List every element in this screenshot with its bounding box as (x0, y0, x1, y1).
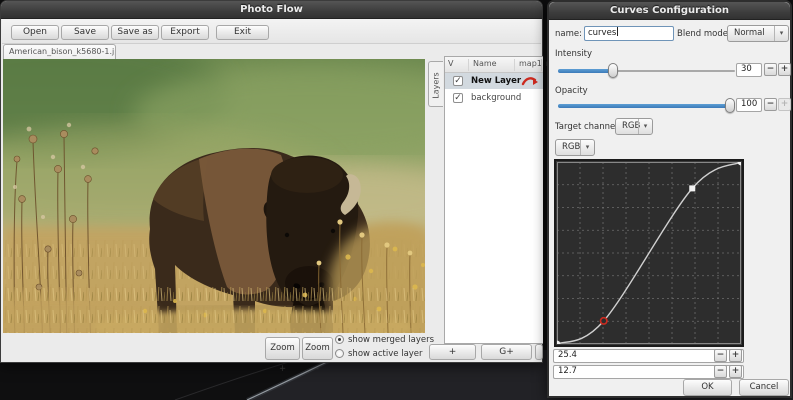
dialog-titlebar[interactable]: Curves Configuration (549, 2, 790, 20)
photo-flow-window: Photo Flow Open Save Save as Export Exit… (0, 0, 554, 374)
zoom-out-button[interactable]: Zoom - (302, 337, 333, 374)
image-canvas[interactable] (0, 32, 493, 350)
name-input[interactable]: curves (584, 26, 674, 41)
channel-selector-value: RGB (562, 142, 581, 152)
export-button[interactable]: Export (161, 25, 209, 40)
layers-side-tab[interactable]: Layers (428, 61, 443, 107)
blend-mode-select[interactable]: Normal ▾ (727, 25, 789, 42)
save-as-button[interactable]: Save as (111, 25, 159, 40)
col-name: Name (468, 59, 497, 71)
add-layer-button[interactable]: + (429, 344, 476, 360)
radio-show-active[interactable] (335, 349, 344, 358)
opacity-value-field[interactable]: 100 (736, 98, 762, 112)
exit-button[interactable]: Exit (216, 25, 269, 40)
point-y-minus-button[interactable]: − (714, 365, 727, 378)
point-x-plus-button[interactable]: + (729, 349, 742, 362)
radio-active-label: show active layer (348, 349, 423, 359)
opacity-slider[interactable] (558, 98, 735, 113)
intensity-value-field[interactable]: 30 (736, 63, 762, 77)
main-toolbar: Open Save Save as Export Exit (2, 19, 541, 44)
col-map1: map1 (514, 59, 542, 71)
dialog-title: Curves Configuration (609, 5, 730, 16)
add-group-button[interactable]: G+ (481, 344, 532, 360)
curve-editor[interactable] (554, 159, 744, 347)
radio-merged-label: show merged layers (348, 335, 435, 345)
document-tab[interactable]: American_bison_k5680-1.jpg (3, 44, 116, 59)
opacity-label: Opacity (555, 86, 588, 96)
target-channel-label: Target channel: (555, 122, 621, 132)
point-x-minus-button[interactable]: − (714, 349, 727, 362)
slider-handle[interactable] (725, 98, 735, 113)
col-visible: V (448, 59, 454, 68)
red-curve-icon (521, 77, 538, 86)
slider-handle[interactable] (608, 63, 619, 78)
channel-selector[interactable]: RGB ▾ (555, 139, 595, 156)
save-button[interactable]: Save (61, 25, 109, 40)
curve-plot[interactable] (557, 162, 741, 344)
intensity-slider[interactable] (558, 63, 735, 78)
opacity-minus-button[interactable]: − (764, 98, 777, 111)
bison-photo (0, 32, 493, 350)
layers-panel: V Name map1 m ✓ New Layer ✓ background (444, 56, 554, 344)
curves-dialog: Curves Configuration name: curves Blend … (547, 0, 792, 398)
point-y-plus-button[interactable]: + (729, 365, 742, 378)
slider-fill (558, 69, 612, 73)
main-window-title: Photo Flow (240, 4, 303, 15)
intensity-label: Intensity (555, 49, 592, 59)
blend-mode-label: Blend mode: (677, 29, 731, 39)
layers-tab-label: Layers (431, 72, 441, 99)
panel-button-partial[interactable] (535, 344, 543, 360)
radio-show-merged[interactable] (335, 335, 344, 344)
chevron-down-icon: ▾ (774, 26, 788, 41)
open-button[interactable]: Open (11, 25, 59, 40)
cancel-button[interactable]: Cancel (739, 379, 789, 396)
blend-mode-value: Normal (734, 28, 765, 38)
chevron-down-icon: ▾ (638, 119, 652, 134)
intensity-plus-button[interactable]: + (778, 63, 791, 76)
name-input-value: curves (588, 28, 617, 38)
layer-row-background[interactable]: ✓ background (445, 90, 543, 106)
chevron-down-icon: ▾ (580, 140, 594, 155)
layer-row-new-layer[interactable]: ✓ New Layer (445, 73, 543, 89)
desktop: Photo Flow Open Save Save as Export Exit… (0, 0, 793, 400)
target-channel-select[interactable]: RGB ▾ (615, 118, 653, 135)
layer-visible-checkbox[interactable]: ✓ (453, 93, 463, 103)
zoom-in-button[interactable]: Zoom + (265, 337, 300, 374)
layers-header: V Name map1 m (445, 57, 554, 73)
layer-name: background (471, 93, 522, 103)
slider-fill (558, 104, 735, 108)
text-caret (617, 27, 619, 36)
layer-name: New Layer (471, 76, 522, 86)
ok-button[interactable]: OK (683, 379, 732, 396)
opacity-plus-button[interactable]: + (778, 98, 791, 111)
intensity-minus-button[interactable]: − (764, 63, 777, 76)
main-titlebar[interactable]: Photo Flow (1, 1, 542, 19)
layer-visible-checkbox[interactable]: ✓ (453, 76, 463, 86)
name-label: name: (555, 29, 582, 39)
